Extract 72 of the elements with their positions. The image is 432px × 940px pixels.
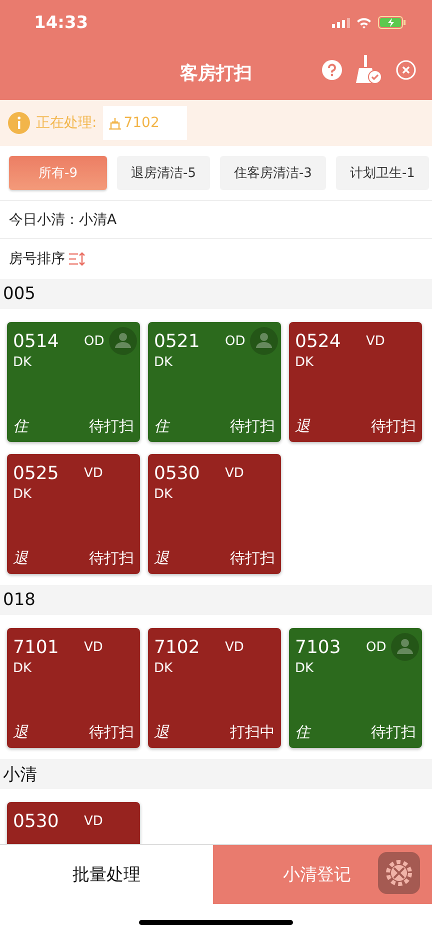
status-time: 14:33 — [34, 12, 88, 32]
room-card[interactable]: 7101 VD DK 退 待打扫 — [7, 628, 140, 748]
room-card[interactable]: 0514 OD DK 住 待打扫 — [7, 322, 140, 442]
room-status: VD — [84, 466, 103, 480]
gear-tools-icon[interactable] — [378, 852, 420, 894]
group-header: 小清 — [0, 759, 432, 789]
room-type: DK — [295, 661, 315, 676]
filter-tab[interactable]: 计划卫生-1 — [336, 156, 429, 190]
room-card[interactable]: 0530 VD DK 退 待打扫 — [148, 454, 281, 574]
room-status: OD — [225, 334, 246, 348]
room-number: 0521 — [154, 330, 201, 352]
cleaning-state: 待打扫 — [230, 417, 275, 436]
room-type: DK — [154, 487, 174, 502]
group-header: 005 — [0, 279, 432, 309]
room-status: VD — [225, 466, 244, 480]
room-number: 0530 — [13, 810, 60, 832]
room-card[interactable]: 0525 VD DK 退 待打扫 — [7, 454, 140, 574]
room-status: OD — [84, 334, 104, 348]
room-status: VD — [84, 814, 103, 828]
cleaning-state: 待打扫 — [89, 549, 134, 568]
room-tag: 退 — [295, 417, 310, 436]
cleaning-state: 待打扫 — [371, 417, 416, 436]
room-type: DK — [295, 355, 315, 370]
wifi-icon — [356, 16, 372, 28]
room-icon — [108, 116, 121, 130]
today-cleaner-text: 今日小清：小清A — [0, 200, 432, 238]
processing-label: 正在处理: — [36, 114, 97, 132]
room-number: 0530 — [154, 462, 201, 484]
room-number: 7102 — [154, 636, 201, 658]
cleaning-state: 待打扫 — [89, 417, 134, 436]
room-card[interactable]: 0524 VD DK 退 待打扫 — [289, 322, 422, 442]
filter-tab[interactable]: 住客房清洁-3 — [220, 156, 326, 190]
cleaning-state: 待打扫 — [230, 549, 275, 568]
help-icon[interactable] — [322, 60, 342, 80]
room-tag: 住 — [295, 723, 310, 742]
room-status: VD — [225, 640, 244, 654]
cleaning-state: 打扫中 — [230, 723, 275, 742]
room-type: DK — [13, 355, 33, 370]
room-tag: 住 — [13, 417, 28, 436]
room-status: OD — [366, 640, 386, 654]
info-icon — [8, 112, 30, 134]
room-type: DK — [13, 487, 33, 502]
room-tag: 退 — [13, 723, 28, 742]
room-number: 7101 — [13, 636, 60, 658]
battery-icon — [378, 16, 406, 29]
broom-check-icon[interactable] — [356, 55, 382, 85]
cleaning-state: 待打扫 — [89, 723, 134, 742]
room-number: 7103 — [295, 636, 342, 658]
room-number: 0524 — [295, 330, 342, 352]
room-type: DK — [13, 661, 33, 676]
room-tag: 退 — [154, 549, 169, 568]
room-status: VD — [84, 640, 103, 654]
room-tag: 退 — [13, 549, 28, 568]
room-type: DK — [154, 661, 174, 676]
room-type: DK — [154, 355, 174, 370]
room-tag: 退 — [154, 723, 169, 742]
room-card[interactable]: 0530 VD — [7, 802, 140, 844]
page-title: 客房打扫 — [180, 62, 252, 84]
room-status: VD — [366, 334, 385, 348]
sort-label[interactable]: 房号排序 — [9, 250, 65, 268]
close-icon[interactable] — [396, 60, 416, 80]
room-card[interactable]: 0521 OD DK 住 待打扫 — [148, 322, 281, 442]
room-tag: 住 — [154, 417, 169, 436]
room-card[interactable]: 7102 VD DK 退 打扫中 — [148, 628, 281, 748]
filter-tab[interactable]: 退房清洁-5 — [117, 156, 210, 190]
group-header: 018 — [0, 585, 432, 615]
room-number: 0514 — [13, 330, 60, 352]
sort-icon[interactable] — [68, 252, 86, 266]
room-card[interactable]: 7103 OD DK 住 待打扫 — [289, 628, 422, 748]
signal-icon — [332, 18, 350, 28]
room-number: 0525 — [13, 462, 60, 484]
cleaning-state: 待打扫 — [371, 723, 416, 742]
